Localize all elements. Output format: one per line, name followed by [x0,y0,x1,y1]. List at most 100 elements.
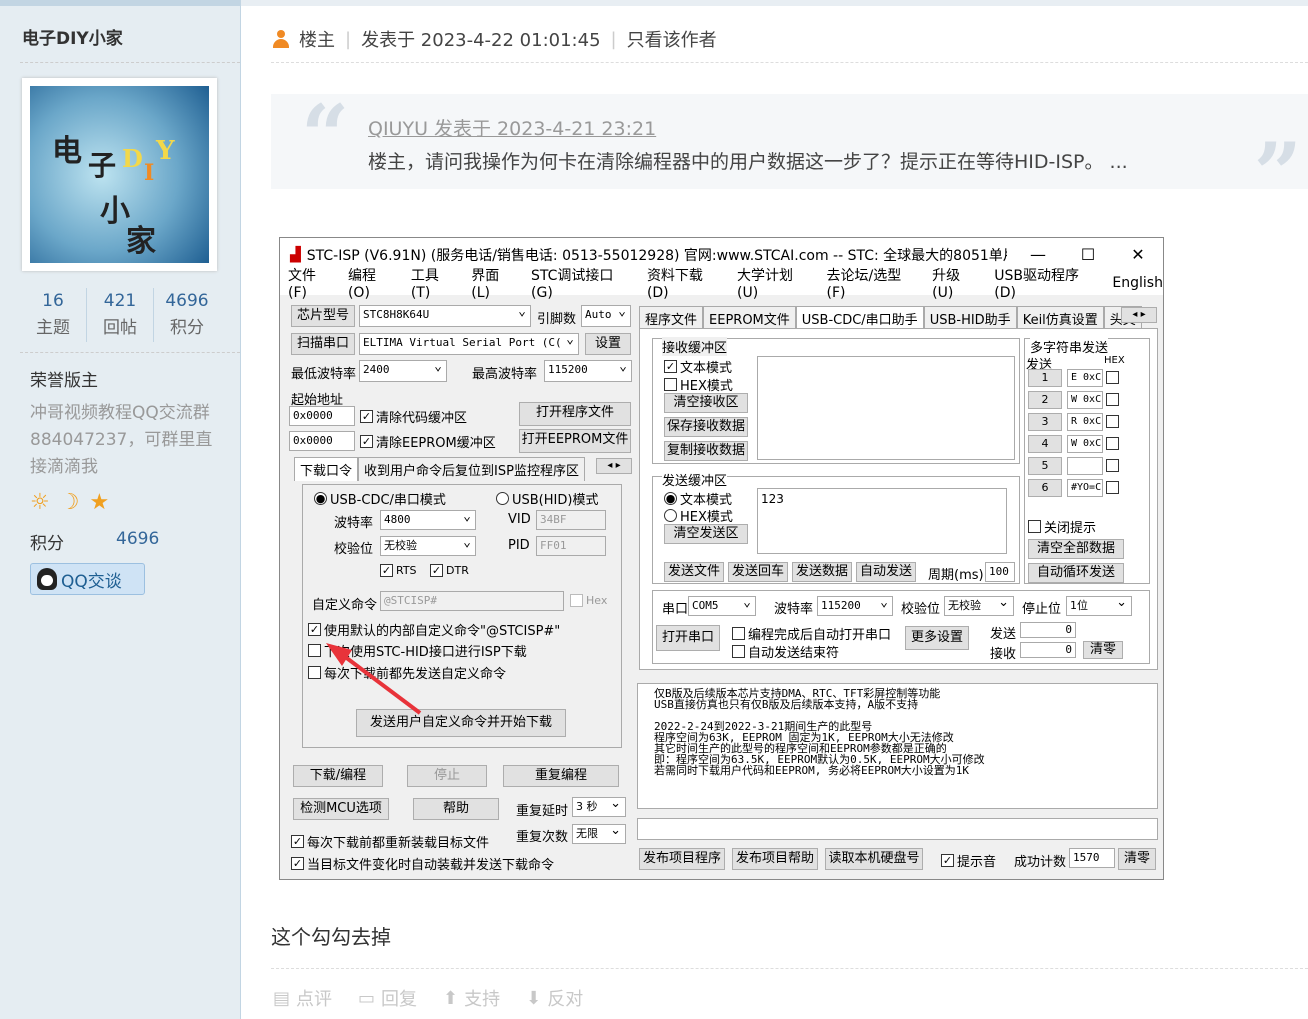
tx-text-area[interactable]: 123 [757,488,1007,554]
help-button[interactable]: 帮助 [413,798,499,820]
comment-action[interactable]: ▤ 点评 [273,985,332,1011]
multi-send-row-button[interactable]: 6 [1028,479,1062,497]
multi-send-row-input[interactable]: W 0xC [1067,391,1103,409]
stat-value: 16 [42,291,64,311]
tab-scroll-arrows[interactable]: ◂ ▸ [1121,307,1157,323]
checkbox-icon [1028,520,1041,533]
serial-parity-select[interactable]: 无校验 [944,596,1014,616]
avatar[interactable]: 电 子 D I Y 小 家 [22,78,217,271]
checkbox-icon [1106,393,1119,406]
author-stats: 16 主题 421 回帖 4696 积分 [20,288,220,342]
multi-send-row-input[interactable]: E 0xC [1067,369,1103,387]
divider [271,62,1308,63]
multi-send-row-button[interactable]: 4 [1028,435,1062,453]
tab-serial-assistant[interactable]: USB-CDC/串口助手 [795,306,924,330]
tab-eeprom-file[interactable]: EEPROM文件 [703,306,796,330]
post-actions: ▤ 点评 ▭ 回复 ⬆ 支持 ⬇ 反对 [273,985,583,1011]
copy-rx-button[interactable]: 复制接收数据 [664,441,748,461]
multi-send-row-button[interactable]: 5 [1028,457,1062,475]
auto-reload-label: 当目标文件变化时自动装载并发送下载命令 [307,858,555,873]
qq-chat-button[interactable]: QQ交谈 [30,563,145,595]
multi-send-row-button[interactable]: 1 [1028,369,1062,387]
auto-send-button[interactable]: 自动发送 [856,562,916,582]
repeat-count-select[interactable]: 无限 [572,824,626,844]
user-description: 冲哥视频教程QQ交流群884047237，可群里直接滴滴我 [30,403,213,477]
tab-keil-settings[interactable]: Keil仿真设置 [1016,306,1104,330]
multi-send-row-hex-checkbox[interactable] [1106,371,1119,384]
checkbox-icon [1106,437,1119,450]
stc-isp-screenshot[interactable]: ▟ STC-ISP (V6.91N) (服务电话/销售电话: 0513-5501… [279,237,1164,880]
recv-count: 0 [1020,642,1076,658]
tab-hid-assistant[interactable]: USB-HID助手 [923,306,1017,330]
read-disk-button[interactable]: 读取本机硬盘号 [825,848,923,870]
serial-baud-select[interactable]: 115200 [817,596,893,616]
rx-text-mode-checkbox[interactable]: ✓ 文本模式 [664,357,732,376]
serial-port-select[interactable]: COM5 [688,596,756,616]
stat-replies[interactable]: 421 回帖 [86,288,153,342]
only-author-link[interactable]: 只看该作者 [627,26,717,52]
reload-file-checkbox[interactable]: ✓ 每次下载前都重新装载目标文件 [291,832,489,851]
author-name[interactable]: 电子DIY小家 [22,24,123,49]
send-file-button[interactable]: 发送文件 [664,562,724,582]
checkbox-icon [1106,459,1119,472]
check-mcu-button[interactable]: 检测MCU选项 [293,798,389,820]
stop-bits-select[interactable]: 1位 [1066,596,1132,616]
clear-all-button[interactable]: 清空全部数据 [1028,539,1124,559]
multi-send-row-hex-checkbox[interactable] [1106,437,1119,450]
qq-icon [37,568,57,590]
multi-send-row-input[interactable]: W 0xC [1067,435,1103,453]
repeat-program-button[interactable]: 重复编程 [503,765,619,787]
stat-credits[interactable]: 4696 积分 [153,288,220,342]
rx-text-area[interactable] [757,356,1015,460]
more-settings-button[interactable]: 更多设置 [905,626,969,650]
multi-hex-column-label: HEX [1104,355,1125,366]
tip-sound-checkbox[interactable]: ✓ 提示音 [941,851,996,870]
send-cr-button[interactable]: 发送回车 [728,562,788,582]
user-rank[interactable]: 荣誉版主 [30,366,98,391]
auto-open-checkbox[interactable]: 编程完成后自动打开串口 [732,624,891,643]
multi-send-row-input[interactable] [1067,457,1103,475]
moon-icon: ☽ [59,490,80,515]
auto-loop-button[interactable]: 自动循环发送 [1028,563,1124,583]
reply-action[interactable]: ▭ 回复 [358,985,417,1011]
publish-program-button[interactable]: 发布项目程序 [639,848,725,870]
period-label: 周期(ms) [928,568,984,583]
multi-send-row-hex-checkbox[interactable] [1106,481,1119,494]
auto-reload-checkbox[interactable]: ✓ 当目标文件变化时自动装载并发送下载命令 [291,854,554,873]
tx-hex-mode-radio[interactable]: HEX模式 [664,506,733,525]
multi-send-row-button[interactable]: 3 [1028,413,1062,431]
auto-end-checkbox[interactable]: 自动发送结束符 [732,642,839,661]
clear-tx-button[interactable]: 清空发送区 [664,524,748,544]
open-port-button[interactable]: 打开串口 [656,625,720,651]
status-bar-field [637,818,1158,840]
oppose-action[interactable]: ⬇ 反对 [526,985,583,1011]
repeat-delay-select[interactable]: 3 秒 [572,797,626,817]
stop-button[interactable]: 停止 [407,765,487,787]
multi-send-row-hex-checkbox[interactable] [1106,415,1119,428]
save-rx-button[interactable]: 保存接收数据 [664,417,748,437]
clear-count-button[interactable]: 清零 [1083,641,1123,659]
multi-send-row-hex-checkbox[interactable] [1106,393,1119,406]
support-action[interactable]: ⬆ 支持 [443,985,500,1011]
post-main: 楼主 | 发表于 2023-4-22 01:01:45 | 只看该作者 “ ” … [241,0,1308,1019]
checkbox-icon [732,627,745,640]
multi-send-row-input[interactable]: R 0xC [1067,413,1103,431]
clear-rx-button[interactable]: 清空接收区 [664,393,748,413]
multi-send-row-button[interactable]: 2 [1028,391,1062,409]
tab-program-file[interactable]: 程序文件 [639,306,704,330]
post-header: 楼主 | 发表于 2023-4-22 01:01:45 | 只看该作者 [273,26,717,52]
rx-hex-mode-checkbox[interactable]: HEX模式 [664,375,733,394]
publish-help-button[interactable]: 发布项目帮助 [732,848,818,870]
repeat-delay-label: 重复延时 [516,804,569,819]
clear-success-button[interactable]: 清零 [1118,848,1156,870]
checkbox-icon: ✓ [291,835,304,848]
download-program-button[interactable]: 下载/编程 [293,765,383,787]
multi-send-row-hex-checkbox[interactable] [1106,459,1119,472]
multi-send-row-input[interactable]: #YO=C [1067,479,1103,497]
period-input[interactable]: 100 [985,562,1015,582]
send-data-button[interactable]: 发送数据 [792,562,852,582]
info-log[interactable]: 仅B版及后续版本芯片支持DMA、RTC、TFT彩屏控制等功能 USB直接仿真也只… [637,683,1158,809]
close-tip-checkbox[interactable]: 关闭提示 [1028,517,1096,536]
quote-author-link[interactable]: QIUYU 发表于 2023-4-21 23:21 [368,114,656,141]
stat-threads[interactable]: 16 主题 [20,288,86,342]
